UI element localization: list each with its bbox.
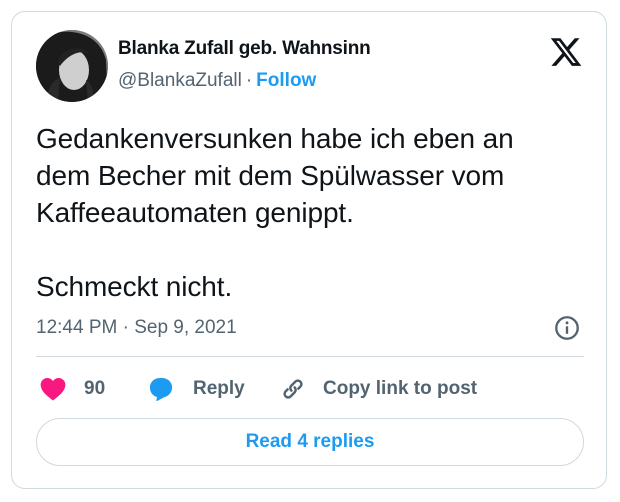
heart-icon <box>40 377 66 401</box>
reply-button[interactable]: Reply <box>147 372 245 406</box>
follow-button[interactable]: Follow <box>256 70 316 91</box>
copy-link-label: Copy link to post <box>323 378 478 399</box>
avatar-photo <box>36 30 108 102</box>
like-button[interactable]: 90 <box>40 372 105 406</box>
x-logo-icon[interactable] <box>548 35 584 69</box>
divider <box>36 356 584 357</box>
post-text: Gedankenversunken habe ich eben an dem B… <box>36 123 514 302</box>
embedded-post-card: Blanka Zufall geb. Wahnsinn @BlankaZufal… <box>11 11 607 489</box>
speech-bubble-icon <box>149 378 173 402</box>
read-replies-button[interactable]: Read 4 replies <box>36 418 584 466</box>
link-icon <box>283 379 303 399</box>
avatar[interactable] <box>36 30 108 102</box>
like-count: 90 <box>84 378 106 399</box>
info-icon[interactable] <box>553 314 581 342</box>
author-handle[interactable]: @BlankaZufall <box>118 70 242 91</box>
post-timestamp[interactable]: 12:44 PM · Sep 9, 2021 <box>36 317 237 339</box>
author-handle-row: @BlankaZufall · Follow <box>118 70 316 92</box>
copy-link-button[interactable]: Copy link to post <box>279 372 477 406</box>
action-bar: 90 Reply Copy link to post <box>36 372 584 406</box>
separator-dot: · <box>245 70 253 91</box>
author-display-name[interactable]: Blanka Zufall geb. Wahnsinn <box>118 38 371 60</box>
reply-label: Reply <box>193 378 245 399</box>
